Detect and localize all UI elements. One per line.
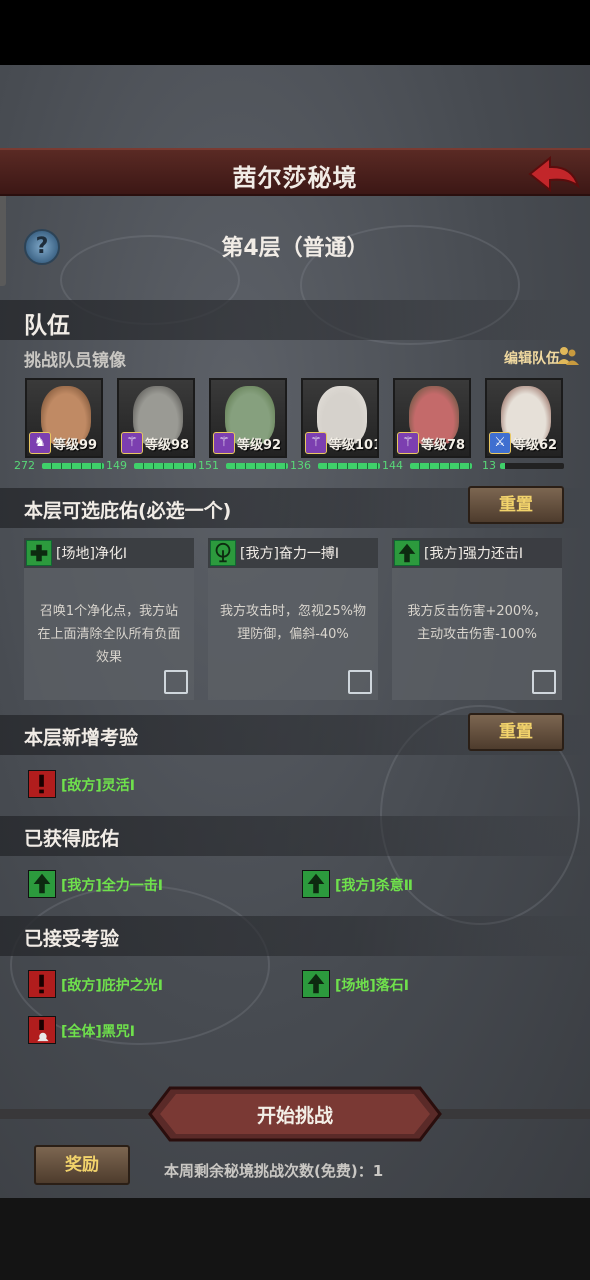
- team-section-band: [0, 300, 590, 340]
- blessing-title: [我方]奋力一搏Ⅰ: [240, 546, 340, 562]
- accepted-heading: 已接受考验: [24, 928, 120, 950]
- tree-icon: [210, 540, 236, 566]
- obtained-label: [我方]全力一击Ⅰ: [61, 878, 164, 894]
- bottom-area: [0, 1198, 590, 1280]
- new-trials-heading: 本层新增考验: [24, 727, 139, 749]
- blessing-card-header: [场地]净化Ⅰ: [24, 538, 194, 568]
- member-portrait-4[interactable]: ⚚ 等级101: [301, 378, 379, 458]
- blessing-card-3[interactable]: [我方]强力还击Ⅰ 我方反击伤害+200%，主动攻击伤害-100%: [392, 538, 562, 700]
- reset-trials-button[interactable]: 重置: [468, 713, 564, 751]
- obtained-heading: 已获得庇佑: [24, 828, 120, 850]
- plus-icon: [26, 540, 52, 566]
- blessing-card-1[interactable]: [场地]净化Ⅰ 召唤1个净化点，我方站在上面清除全队所有负面效果: [24, 538, 194, 700]
- staff-icon: ⚚: [213, 432, 235, 454]
- accepted-label: [敌方]庇护之光Ⅰ: [61, 978, 164, 994]
- status-area: [0, 0, 590, 65]
- member-portrait-1[interactable]: ♞ 等级99: [25, 378, 103, 458]
- member-level: 等级78: [421, 438, 466, 453]
- blessing-checkbox[interactable]: [348, 670, 372, 694]
- arrow-up-icon: [28, 870, 56, 898]
- member-portrait-2[interactable]: ⚚ 等级98: [117, 378, 195, 458]
- member-portrait-5[interactable]: ⚚ 等级78: [393, 378, 471, 458]
- arrow-up-icon: [302, 970, 330, 998]
- blessing-desc: 召唤1个净化点，我方站在上面清除全队所有负面效果: [37, 604, 181, 665]
- member-hp-bar: [42, 463, 104, 469]
- exclamation-icon: [28, 970, 56, 998]
- member-hp-value: 13: [482, 459, 496, 472]
- accepted-label: [全体]黑咒Ⅰ: [61, 1024, 136, 1040]
- member-hp-bar: [500, 463, 564, 469]
- member-level: 等级99: [53, 438, 98, 453]
- member-hp-value: 272: [14, 459, 35, 472]
- horse-icon: ♞: [29, 432, 51, 454]
- blessing-card-2[interactable]: [我方]奋力一搏Ⅰ 我方攻击时，忽视25%物理防御，偏斜-40%: [208, 538, 378, 700]
- member-hp-bar: [134, 463, 196, 469]
- member-hp-bar: [226, 463, 288, 469]
- weekly-attempts: 本周剩余秘境挑战次数(免费)：1: [164, 1162, 384, 1180]
- start-challenge-label: 开始挑战: [256, 1105, 333, 1127]
- member-hp-value: 151: [198, 459, 219, 472]
- arrow-up-icon: [302, 870, 330, 898]
- blessing-title: [我方]强力还击Ⅰ: [424, 546, 524, 562]
- member-level: 等级92: [237, 438, 282, 453]
- exclamation-icon: [28, 770, 56, 798]
- reset-blessings-button[interactable]: 重置: [468, 486, 564, 524]
- sword-icon: ⚔: [489, 432, 511, 454]
- page-title: 茜尔莎秘境: [232, 164, 358, 192]
- member-hp-value: 149: [106, 459, 127, 472]
- start-challenge-button[interactable]: 开始挑战: [148, 1086, 442, 1142]
- member-level: 等级98: [145, 438, 190, 453]
- member-hp-bar: [410, 463, 472, 469]
- arrow-up-icon: [394, 540, 420, 566]
- member-portrait-3[interactable]: ⚚ 等级92: [209, 378, 287, 458]
- blessing-desc: 我方反击伤害+200%，主动攻击伤害-100%: [407, 604, 547, 642]
- back-arrow-icon[interactable]: [526, 152, 582, 194]
- reward-button[interactable]: 奖励: [34, 1145, 130, 1185]
- trial-label: [敌方]灵活Ⅰ: [61, 778, 136, 794]
- blessing-card-header: [我方]强力还击Ⅰ: [392, 538, 562, 568]
- team-heading: 队伍: [24, 313, 70, 339]
- title-bar: 茜尔莎秘境: [0, 148, 590, 196]
- edit-team-button[interactable]: 编辑队伍: [504, 348, 560, 368]
- member-level: 等级62: [513, 438, 558, 453]
- curse-icon: [28, 1016, 56, 1044]
- obtained-label: [我方]杀意Ⅱ: [335, 878, 414, 894]
- accepted-label: [场地]落石Ⅰ: [335, 978, 410, 994]
- blessings-heading: 本层可选庇佑(必选一个): [24, 500, 232, 522]
- blessing-desc: 我方攻击时，忽视25%物理防御，偏斜-40%: [220, 604, 366, 642]
- blessing-title: [场地]净化Ⅰ: [56, 546, 128, 562]
- blessing-checkbox[interactable]: [532, 670, 556, 694]
- member-hp-value: 136: [290, 459, 311, 472]
- staff-icon: ⚚: [121, 432, 143, 454]
- staff-icon: ⚚: [305, 432, 327, 454]
- member-portrait-6[interactable]: ⚔ 等级62: [485, 378, 563, 458]
- member-hp-bar: [318, 463, 380, 469]
- staff-icon: ⚚: [397, 432, 419, 454]
- member-level: 等级101: [329, 438, 379, 453]
- team-people-icon[interactable]: [556, 344, 580, 368]
- member-hp-value: 144: [382, 459, 403, 472]
- team-subheading: 挑战队员镜像: [24, 351, 126, 371]
- floor-label: 第4层（普通）: [221, 236, 369, 261]
- blessing-checkbox[interactable]: [164, 670, 188, 694]
- blessing-card-header: [我方]奋力一搏Ⅰ: [208, 538, 378, 568]
